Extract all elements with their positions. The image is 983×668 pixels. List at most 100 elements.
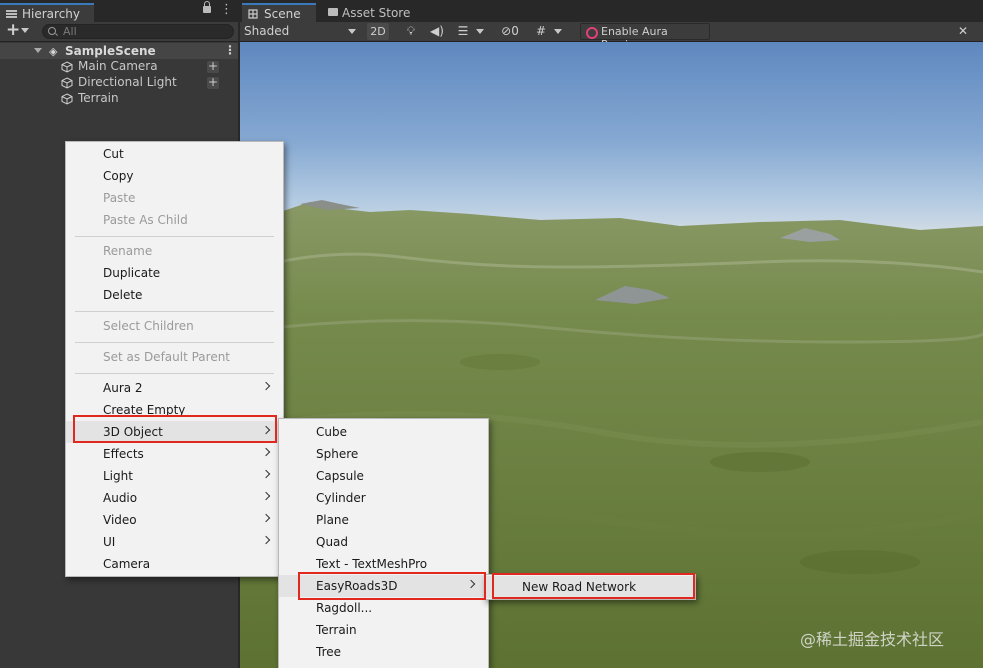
hierarchy-search[interactable] [42, 24, 234, 39]
more-options-icon[interactable]: ⋮ [220, 2, 233, 17]
hierarchy-item-main-camera[interactable]: Main Camera + [0, 59, 238, 75]
hierarchy-item-terrain[interactable]: Terrain [0, 91, 238, 107]
menu-item-rename: Rename [66, 240, 283, 262]
menu-item-label: Delete [103, 288, 143, 302]
fold-arrow-icon[interactable] [34, 48, 42, 53]
menu-item-label: Aura 2 [103, 381, 143, 395]
menu-item-label: Set as Default Parent [103, 350, 231, 364]
gameobject-cube-icon [61, 61, 73, 73]
chevron-right-icon [261, 513, 271, 523]
store-icon [328, 8, 338, 16]
menu-item-ui[interactable]: UI [66, 531, 283, 553]
scene-row[interactable]: ◈ SampleScene ⋮ [0, 43, 238, 59]
menu-item-create-empty[interactable]: Create Empty [66, 399, 283, 421]
lock-icon[interactable] [203, 1, 211, 13]
lighting-toggle-icon[interactable]: 💡︎ [400, 23, 422, 40]
add-child-icon[interactable]: + [207, 76, 219, 89]
menu-item-delete[interactable]: Delete [66, 284, 283, 306]
menu-item-label: Cube [316, 425, 347, 439]
create-dropdown-button[interactable]: + [4, 20, 34, 40]
grid-toggle-icon[interactable]: # [530, 23, 552, 40]
menu-item-label: Paste As Child [103, 213, 188, 227]
menu-item-cube[interactable]: Cube [279, 421, 488, 443]
menu-item-label: Cut [103, 147, 124, 161]
easyroads-submenu: New Road Network [484, 574, 696, 600]
menu-item-label: 3D Object [103, 425, 163, 439]
hierarchy-item-label: Directional Light [78, 75, 177, 89]
menu-item-aura2[interactable]: Aura 2 [66, 377, 283, 399]
menu-item-copy[interactable]: Copy [66, 165, 283, 187]
menu-separator [75, 342, 274, 343]
menu-item-set-default-parent: Set as Default Parent [66, 346, 283, 368]
search-icon [48, 27, 56, 35]
menu-item-label: Rename [103, 244, 153, 258]
menu-item-sphere[interactable]: Sphere [279, 443, 488, 465]
shading-mode-dropdown[interactable]: Shaded [242, 23, 360, 40]
effects-dropdown-icon[interactable] [474, 23, 486, 40]
menu-item-light[interactable]: Light [66, 465, 283, 487]
tab-asset-store[interactable]: Asset Store [320, 3, 420, 22]
menu-item-label: Audio [103, 491, 138, 505]
aura-preview-button[interactable]: Enable Aura Preview [580, 23, 710, 51]
menu-item-label: Tree [316, 645, 342, 659]
menu-item-camera[interactable]: Camera [66, 553, 283, 575]
menu-item-cylinder[interactable]: Cylinder [279, 487, 488, 509]
chevron-right-icon [466, 579, 476, 589]
menu-separator [75, 236, 274, 237]
menu-item-label: EasyRoads3D [316, 579, 398, 593]
scene-toolbar: Shaded 2D 💡︎ ◀︎) ☰ ⊘0 # Enable Aura Prev… [240, 22, 983, 51]
scene-icon [248, 9, 258, 19]
menu-item-audio[interactable]: Audio [66, 487, 283, 509]
hierarchy-context-menu: Cut Copy Paste Paste As Child Rename Dup… [65, 141, 284, 577]
search-input[interactable] [63, 25, 223, 38]
hierarchy-list-icon [6, 10, 17, 18]
chevron-right-icon [261, 447, 271, 457]
chevron-right-icon [261, 425, 271, 435]
menu-item-label: Create Empty [103, 403, 186, 417]
menu-separator [75, 373, 274, 374]
menu-item-video[interactable]: Video [66, 509, 283, 531]
tab-label: Asset Store [342, 6, 411, 20]
menu-item-text-textmeshpro[interactable]: Text - TextMeshPro [279, 553, 488, 575]
chevron-right-icon [261, 469, 271, 479]
tab-scene[interactable]: Scene [242, 3, 316, 22]
effects-toggle-icon[interactable]: ☰ [452, 23, 474, 40]
scene-menu-icon[interactable]: ⋮ [224, 43, 236, 57]
menu-item-3d-object[interactable]: 3D Object [66, 421, 283, 443]
menu-item-quad[interactable]: Quad [279, 531, 488, 553]
3d-object-submenu: Cube Sphere Capsule Cylinder Plane Quad … [278, 418, 489, 668]
tab-label: Scene [264, 7, 301, 21]
menu-item-cut[interactable]: Cut [66, 143, 283, 165]
menu-item-duplicate[interactable]: Duplicate [66, 262, 283, 284]
menu-item-label: Quad [316, 535, 349, 549]
tools-icon[interactable]: ✕ [952, 23, 974, 40]
menu-item-ragdoll[interactable]: Ragdoll... [279, 597, 488, 619]
scene-tab-bar: Scene Asset Store [240, 0, 983, 22]
menu-item-label: Capsule [316, 469, 364, 483]
grid-dropdown-icon[interactable] [552, 23, 564, 40]
menu-item-easyroads3d[interactable]: EasyRoads3D [279, 575, 488, 597]
add-child-icon[interactable]: + [207, 60, 219, 73]
menu-item-effects[interactable]: Effects [66, 443, 283, 465]
watermark-text: @稀土掘金技术社区 [800, 630, 945, 649]
toggle-2d-button[interactable]: 2D [367, 23, 389, 40]
menu-item-label: Copy [103, 169, 134, 183]
audio-toggle-icon[interactable]: ◀︎) [426, 23, 448, 40]
menu-item-label: UI [103, 535, 116, 549]
menu-item-capsule[interactable]: Capsule [279, 465, 488, 487]
menu-item-tree[interactable]: Tree [279, 641, 488, 663]
menu-item-terrain[interactable]: Terrain [279, 619, 488, 641]
eye-slash-icon: ⊘ [501, 24, 512, 38]
hierarchy-item-label: Terrain [78, 91, 119, 105]
menu-item-plane[interactable]: Plane [279, 509, 488, 531]
menu-item-select-children: Select Children [66, 315, 283, 337]
gameobject-cube-icon [61, 93, 73, 105]
chevron-right-icon [261, 491, 271, 501]
chevron-right-icon [261, 381, 271, 391]
menu-item-label: Effects [103, 447, 144, 461]
menu-item-paste: Paste [66, 187, 283, 209]
hierarchy-tab-bar: Hierarchy ⋮ [0, 0, 238, 22]
menu-item-new-road-network[interactable]: New Road Network [485, 576, 695, 598]
hidden-objects-toggle[interactable]: ⊘0 [495, 23, 525, 40]
hierarchy-item-directional-light[interactable]: Directional Light + [0, 75, 238, 91]
